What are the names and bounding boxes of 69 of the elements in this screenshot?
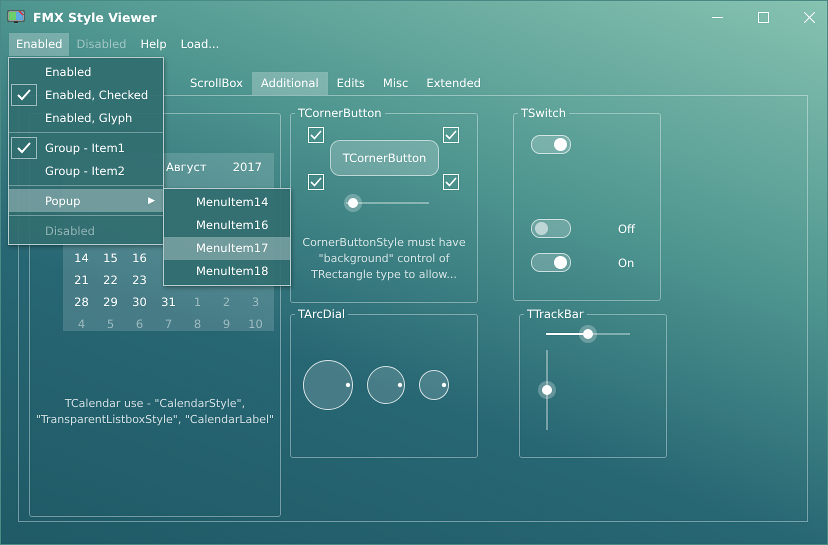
calendar-day[interactable]: 7 — [154, 317, 183, 331]
calendar-month: Август — [166, 160, 207, 176]
calendar-caption: TCalendar use - "CalendarStyle", "TransparentListboxStyle", "CalendarLabel" — [34, 396, 276, 428]
corner-button[interactable]: TCornerButton — [330, 140, 439, 176]
checkbox[interactable] — [308, 127, 324, 143]
calendar-day[interactable]: 15 — [96, 251, 125, 265]
group-title: TSwitch — [520, 106, 568, 120]
menu-item[interactable]: Load... — [174, 33, 226, 56]
calendar-day[interactable]: 30 — [125, 295, 154, 309]
checkbox[interactable] — [443, 174, 459, 190]
arc-dial[interactable] — [367, 366, 405, 404]
checkbox[interactable] — [443, 127, 459, 143]
calendar-day[interactable]: 9 — [212, 317, 241, 331]
tab[interactable]: Extended — [417, 72, 490, 95]
close-icon[interactable] — [804, 12, 815, 22]
menu-item[interactable]: MenuItem16 — [164, 214, 290, 237]
calendar-day[interactable]: 5 — [96, 317, 125, 331]
menu-item[interactable]: Help — [133, 33, 174, 56]
tab[interactable]: Additional — [252, 72, 328, 95]
toggle-switch[interactable] — [531, 135, 571, 154]
submenu-arrow: ▶ — [148, 196, 155, 206]
app-icon — [7, 10, 25, 24]
switch-label: On — [618, 256, 634, 270]
menu-item[interactable]: Enabled — [9, 60, 163, 83]
toggle-switch[interactable] — [531, 219, 571, 238]
calendar-day[interactable]: 3 — [241, 295, 270, 309]
maximize-icon[interactable] — [758, 12, 769, 22]
calendar-day[interactable]: 31 — [154, 295, 183, 309]
slider-thumb[interactable] — [348, 198, 358, 208]
calendar-day[interactable]: 4 — [67, 317, 96, 331]
checkmark-icon — [11, 136, 37, 158]
tab[interactable]: ScrollBox — [181, 72, 252, 95]
calendar-day[interactable]: 21 — [67, 273, 96, 287]
switch-label: Off — [618, 222, 635, 236]
calendar-day[interactable]: 1 — [183, 295, 212, 309]
arc-dial[interactable] — [303, 360, 353, 410]
calendar-day[interactable]: 28 — [67, 295, 96, 309]
calendar-day[interactable]: 2 — [212, 295, 241, 309]
menu-item[interactable]: Enabled, Glyph — [9, 106, 163, 129]
checkbox[interactable] — [308, 174, 324, 190]
menu-item[interactable]: Enabled — [9, 33, 70, 56]
calendar-day[interactable]: 6 — [125, 317, 154, 331]
note-text: CornerButtonStyle must have "background" control of TRectangle type to allow... — [301, 235, 467, 283]
tab[interactable]: Misc — [374, 72, 418, 95]
checkmark-icon — [11, 84, 37, 106]
calendar-day[interactable]: 22 — [96, 273, 125, 287]
arc-dial[interactable] — [419, 370, 449, 400]
calendar-year: 2017 — [232, 160, 262, 176]
window-title: FMX Style Viewer — [33, 10, 157, 24]
calendar-day[interactable]: 23 — [125, 273, 154, 287]
tab[interactable]: Edits — [328, 72, 374, 95]
menu-item[interactable]: MenuItem14 — [164, 191, 290, 214]
track-bar-thumb[interactable] — [583, 329, 593, 339]
group-title: TCornerButton — [297, 106, 383, 120]
calendar-day[interactable]: 8 — [183, 317, 212, 331]
track-bar-thumb[interactable] — [542, 385, 552, 395]
menu-item[interactable]: MenuItem17 — [164, 237, 290, 260]
menu-item[interactable]: Popup ▶ — [9, 189, 163, 212]
calendar-day[interactable]: 29 — [96, 295, 125, 309]
toggle-switch[interactable] — [531, 253, 571, 272]
menu-item[interactable]: Enabled, Checked — [9, 83, 163, 106]
calendar-day[interactable]: 14 — [67, 251, 96, 265]
menu-item[interactable]: Group - Item2 — [9, 159, 163, 182]
calendar-day[interactable]: 10 — [241, 317, 270, 331]
menu-item[interactable]: MenuItem18 — [164, 260, 290, 283]
menu-item[interactable]: Group - Item1 — [9, 136, 163, 159]
calendar-day[interactable]: 16 — [125, 251, 154, 265]
group-title: TArcDial — [297, 307, 346, 321]
group-title: TTrackBar — [526, 307, 585, 321]
